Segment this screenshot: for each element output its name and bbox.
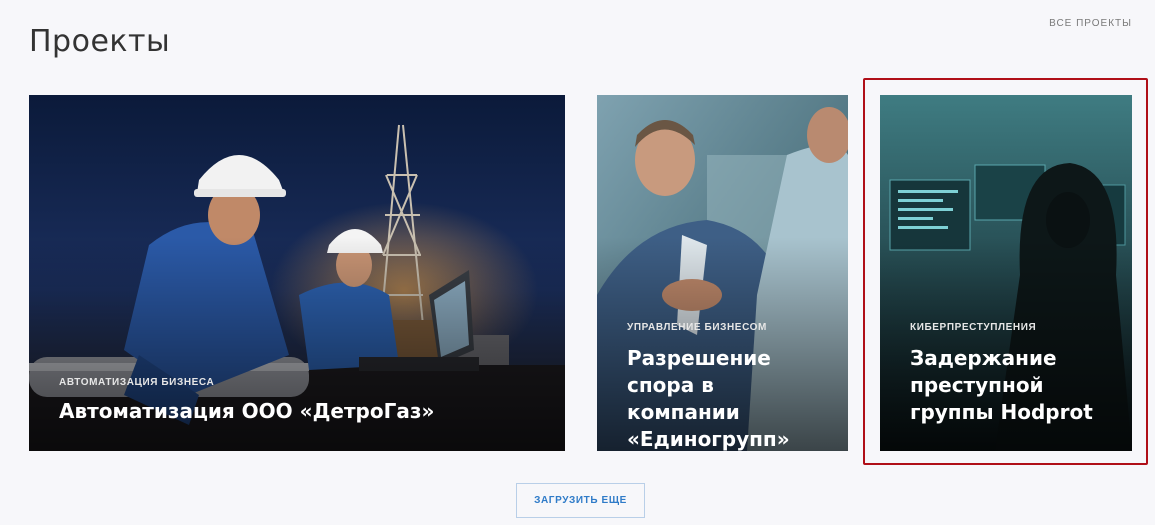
project-card-edinogrupp[interactable]: УПРАВЛЕНИЕ БИЗНЕСОМ Разрешение спора в к…: [597, 95, 848, 451]
all-projects-link[interactable]: ВСЕ ПРОЕКТЫ: [1049, 18, 1132, 29]
card-category: КИБЕРПРЕСТУПЛЕНИЯ: [910, 322, 1037, 333]
project-card-hodprot[interactable]: КИБЕРПРЕСТУПЛЕНИЯ Задержание преступной …: [880, 95, 1132, 451]
page-title: Проекты: [29, 24, 171, 60]
card-category: АВТОМАТИЗАЦИЯ БИЗНЕСА: [59, 377, 215, 388]
card-title[interactable]: Автоматизация ООО «ДетроГаз»: [59, 398, 547, 425]
card-title[interactable]: Задержание преступной группы Hodprot: [910, 345, 1114, 426]
load-more-button[interactable]: ЗАГРУЗИТЬ ЕЩЕ: [516, 483, 645, 518]
card-category: УПРАВЛЕНИЕ БИЗНЕСОМ: [627, 322, 767, 333]
project-card-detrogaz[interactable]: АВТОМАТИЗАЦИЯ БИЗНЕСА Автоматизация ООО …: [29, 95, 565, 451]
card-title[interactable]: Разрешение спора в компании «Единогрупп»: [627, 345, 830, 451]
